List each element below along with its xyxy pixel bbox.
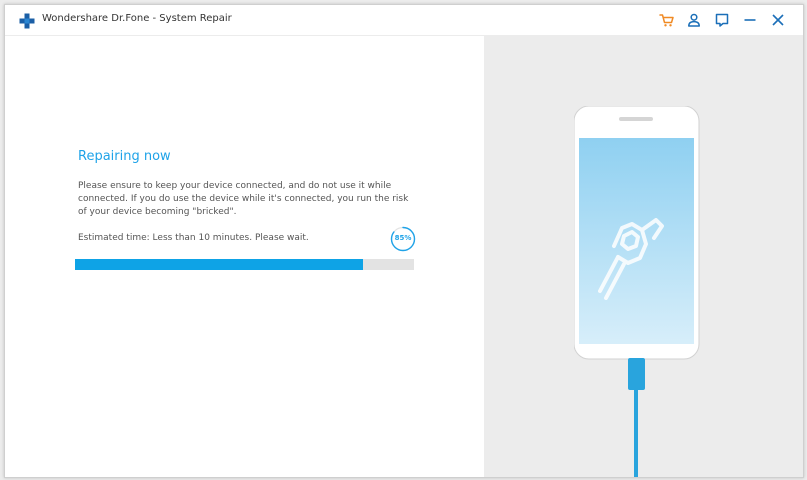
- window-title: Wondershare Dr.Fone - System Repair: [42, 13, 232, 24]
- repair-heading: Repairing now: [78, 149, 171, 164]
- progress-bar-fill: [75, 259, 364, 270]
- minimize-button[interactable]: [741, 11, 759, 29]
- cart-button[interactable]: [658, 11, 676, 29]
- minimize-icon: [744, 19, 756, 21]
- repair-progress-panel: Repairing now Please ensure to keep your…: [5, 36, 484, 477]
- progress-percent-label: 85%: [394, 234, 412, 242]
- feedback-button[interactable]: [713, 11, 731, 29]
- repair-description: Please ensure to keep your device connec…: [78, 181, 409, 217]
- close-icon: [772, 14, 784, 26]
- title-bar: Wondershare Dr.Fone - System Repair: [5, 5, 803, 36]
- feedback-icon: [715, 13, 729, 27]
- account-icon: [688, 13, 700, 27]
- account-button[interactable]: [685, 11, 703, 29]
- close-button[interactable]: [769, 11, 787, 29]
- progress-bar: [75, 259, 414, 270]
- drfone-logo-icon: [19, 13, 35, 29]
- device-illustration-panel: [484, 36, 803, 477]
- phone-illustration: [574, 106, 700, 477]
- estimated-time-text: Estimated time: Less than 10 minutes. Pl…: [78, 233, 309, 243]
- cart-icon: [659, 14, 674, 27]
- app-window: Wondershare Dr.Fone - System Repair Repa…: [4, 4, 804, 478]
